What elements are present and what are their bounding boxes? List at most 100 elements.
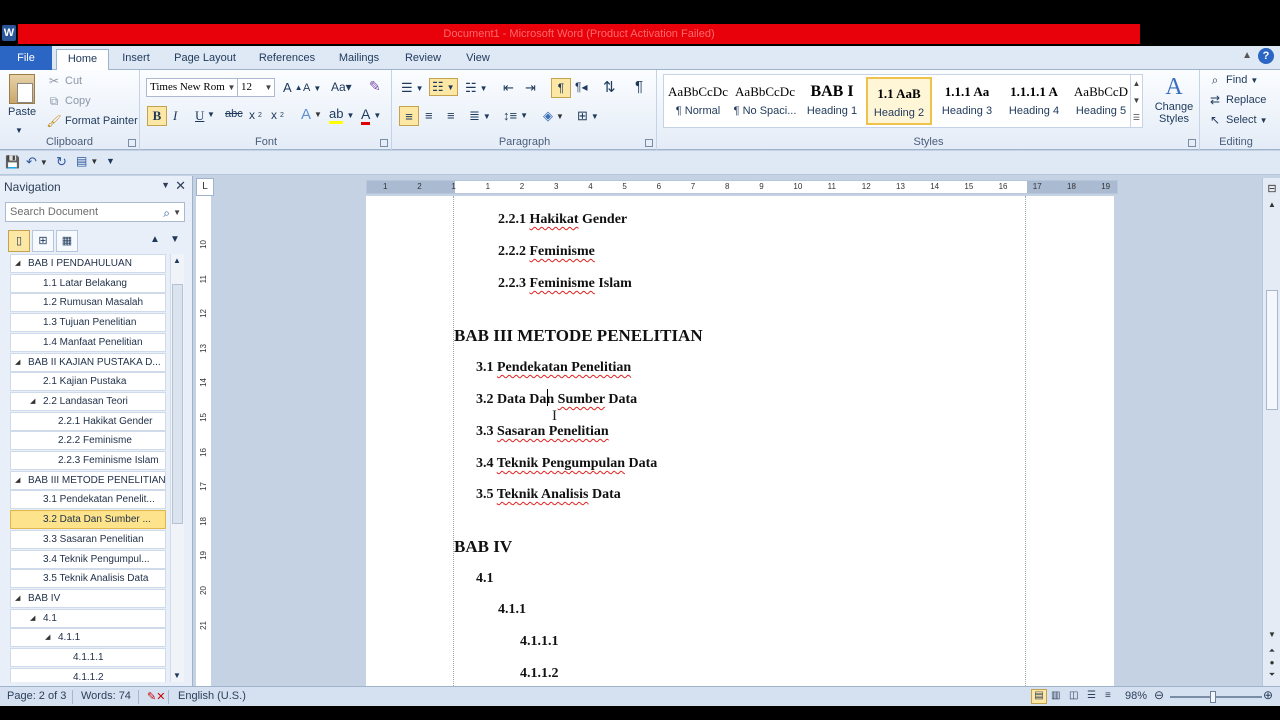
zoom-out-icon[interactable]: ⊖ [1154,688,1164,702]
expand-triangle-icon[interactable]: ◢ [15,590,20,607]
nav-heading-item[interactable]: ◢ BAB IV [10,588,166,608]
document-heading-1[interactable]: BAB III METODE PENELITIAN [454,326,703,346]
style-heading-1[interactable]: BAB I Heading 1 [799,77,865,125]
full-screen-reading-icon[interactable]: ▥ [1051,690,1060,701]
paragraph-launcher-icon[interactable] [645,139,653,147]
tab-file[interactable]: File [0,46,52,70]
bold-button[interactable]: B [147,106,167,126]
nav-heading-item[interactable]: 1.1 Latar Belakang [10,273,166,293]
document-heading[interactable]: 2.2.1 Hakikat Gender [498,212,627,228]
align-left-icon[interactable]: ≡ [399,106,419,126]
language[interactable]: English (U.S.) [178,690,246,702]
style-heading-5[interactable]: AaBbCcD Heading 5 [1068,77,1134,125]
style-no-spacing[interactable]: AaBbCcDc ¶ No Spaci... [732,77,798,125]
superscript-button[interactable]: x2 [271,108,284,122]
document-heading[interactable]: 4.1.1.1 [520,634,559,650]
next-page-icon[interactable]: ⏷ [1266,670,1278,680]
document-heading-1[interactable]: BAB IV [454,537,512,557]
nav-heading-item[interactable]: ◢ 4.1 [10,608,166,628]
shrink-font-icon[interactable]: A ▼ [303,82,321,94]
document-heading[interactable]: 4.1.1 [498,602,526,618]
minimize-ribbon-icon[interactable]: ▲ [1242,50,1252,61]
style-heading-2[interactable]: 1.1 AaB Heading 2 [866,77,932,125]
document-area[interactable]: 2.2.1 Hakikat Gender 2.2.2 Feminisme 2.2.3… [214,196,1262,686]
subscript-button[interactable]: x2 [249,108,262,122]
browse-object-icon[interactable]: ● [1266,658,1278,667]
zoom-level[interactable]: 98% [1125,690,1147,702]
copy-button[interactable]: ⧉ Copy [46,93,91,109]
search-icon[interactable]: ⌕ [163,204,170,222]
tab-references[interactable]: References [252,49,322,70]
borders-icon[interactable]: ⊞ ▼ [577,108,599,124]
nav-heading-item[interactable]: 2.1 Kajian Pustaka [10,372,166,392]
nav-scrollbar[interactable]: ▲ ▼ [170,254,184,682]
underline-button[interactable]: U [195,108,204,124]
bullets-icon[interactable]: ☰ ▼ [401,80,424,96]
tab-mailings[interactable]: Mailings [330,49,388,70]
document-scrollbar[interactable]: ⊟ ▲ ▼ ⏶ ● ⏷ [1262,178,1280,686]
web-layout-icon[interactable]: ◫ [1069,690,1078,701]
style-heading-3[interactable]: 1.1.1 Aa Heading 3 [934,77,1000,125]
proofing-icon[interactable]: ✎✕ [147,690,165,703]
line-spacing-icon[interactable]: ↕≡ ▼ [503,108,528,123]
font-size-combo[interactable]: 12 ▼ [237,78,275,97]
view-ruler-icon[interactable]: ⊟ [1266,182,1278,195]
nav-scroll-thumb[interactable] [172,284,183,524]
font-family-combo[interactable]: Times New Rom ▼ [146,78,238,97]
document-heading[interactable]: 3.3 Sasaran Penelitian [476,424,609,440]
headings-view-icon[interactable]: ▯ [8,230,30,252]
nav-heading-item[interactable]: ◢ 4.1.1 [10,628,166,648]
expand-triangle-icon[interactable]: ◢ [30,393,35,410]
clear-formatting-icon[interactable]: ✎ [369,78,381,95]
paste-dropdown-icon[interactable]: ▼ [15,126,23,135]
nav-heading-item[interactable]: 2.2.2 Feminisme [10,431,166,451]
search-document-input[interactable]: Search Document ⌕ ▼ [5,202,185,222]
help-icon[interactable]: ? [1258,48,1274,64]
shading-icon[interactable]: ◈ ▼ [543,108,564,124]
font-color-icon[interactable]: A ▼ [361,106,381,125]
document-heading[interactable]: 3.2 Data Dan Sumber Data [476,392,637,408]
nav-heading-item[interactable]: ◢ BAB III METODE PENELITIAN [10,470,166,490]
nav-heading-item[interactable]: 2.2.3 Feminisme Islam [10,451,166,470]
scroll-down-icon[interactable]: ▼ [173,671,181,680]
tab-review[interactable]: Review [398,49,448,70]
save-icon[interactable]: 💾 [5,155,20,169]
horizontal-ruler[interactable]: 1 2 1 1 2 3 4 5 6 7 8 9 10 11 12 13 14 15 16 17 18 19 [366,180,1118,194]
pages-view-icon[interactable]: ⊞ [32,230,54,252]
nav-heading-item[interactable]: 3.3 Sasaran Penelitian [10,529,166,549]
scroll-down-icon[interactable]: ▼ [1266,630,1278,639]
styles-launcher-icon[interactable] [1188,139,1196,147]
search-dropdown-icon[interactable]: ▼ [173,204,181,222]
draft-view-icon[interactable]: ≡ [1105,690,1111,701]
expand-triangle-icon[interactable]: ◢ [45,629,50,646]
change-case-icon[interactable]: Aa▾ [331,80,352,94]
document-scroll-thumb[interactable] [1266,290,1278,410]
outline-view-icon[interactable]: ☰ [1087,690,1096,701]
nav-heading-item[interactable]: 3.2 Data Dan Sumber ... [10,510,166,530]
next-heading-icon[interactable]: ▼ [164,230,186,252]
tab-insert[interactable]: Insert [112,49,160,70]
expand-triangle-icon[interactable]: ◢ [15,472,20,489]
vertical-ruler[interactable]: 10 11 12 13 14 15 16 17 18 19 20 21 [196,196,212,686]
undo-icon[interactable]: ↶ ▼ [26,154,48,170]
previous-heading-icon[interactable]: ▲ [144,230,166,252]
zoom-slider-thumb[interactable] [1210,691,1216,703]
increase-indent-icon[interactable]: ⇥ [525,80,536,96]
pane-options-icon[interactable]: ▼ [161,180,170,190]
document-heading[interactable]: 3.4 Teknik Pengumpulan Data [476,456,657,472]
find-button[interactable]: ⌕ Find ▼ [1207,72,1259,88]
nav-heading-item[interactable]: 4.1.1.1 [10,648,166,667]
show-formatting-icon[interactable]: ¶ [635,78,643,95]
text-effects-icon[interactable]: A ▼ [301,106,322,123]
previous-page-icon[interactable]: ⏶ [1266,646,1278,656]
nav-heading-item[interactable]: 3.1 Pendekatan Penelit... [10,490,166,510]
grow-font-icon[interactable]: A ▲ [283,80,303,95]
nav-heading-item[interactable]: ◢ BAB II KAJIAN PUSTAKA D... [10,352,166,372]
paste-button[interactable]: Paste [8,74,36,118]
tab-selector[interactable]: L [196,178,214,196]
document-heading[interactable]: 3.5 Teknik Analisis Data [476,487,621,503]
nav-heading-item[interactable]: 4.1.1.2 [10,667,166,682]
multilevel-list-icon[interactable]: ☵ ▼ [465,80,488,96]
document-heading[interactable]: 2.2.2 Feminisme [498,244,595,260]
font-launcher-icon[interactable] [380,139,388,147]
